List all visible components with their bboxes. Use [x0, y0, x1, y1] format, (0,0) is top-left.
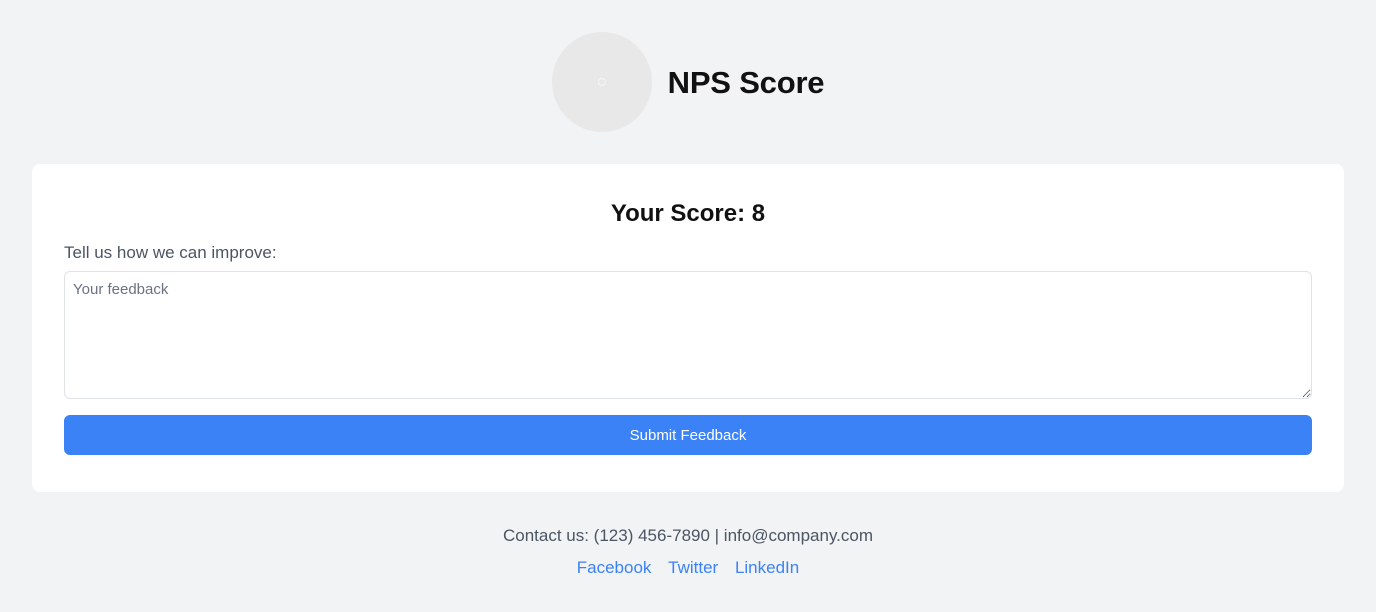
twitter-link[interactable]: Twitter [668, 558, 718, 577]
social-links: Facebook Twitter LinkedIn [0, 556, 1376, 580]
score-heading: Your Score: 8 [610, 200, 766, 227]
logo-center-mark-icon [597, 78, 606, 86]
facebook-link[interactable]: Facebook [577, 558, 652, 577]
submit-feedback-button[interactable]: Submit Feedback [64, 415, 1312, 455]
page-title: NPS Score [667, 64, 825, 100]
page-header: NPS Score [0, 32, 1376, 132]
feedback-label: Tell us how we can improve: [64, 243, 277, 262]
feedback-textarea[interactable] [64, 271, 1312, 399]
feedback-card: Your Score: 8 Tell us how we can improve… [32, 164, 1344, 492]
contact-info: Contact us: (123) 456-7890 | info@compan… [502, 526, 874, 545]
linkedin-link[interactable]: LinkedIn [735, 558, 799, 577]
footer: Contact us: (123) 456-7890 | info@compan… [0, 524, 1376, 580]
logo-placeholder-icon [551, 32, 652, 132]
